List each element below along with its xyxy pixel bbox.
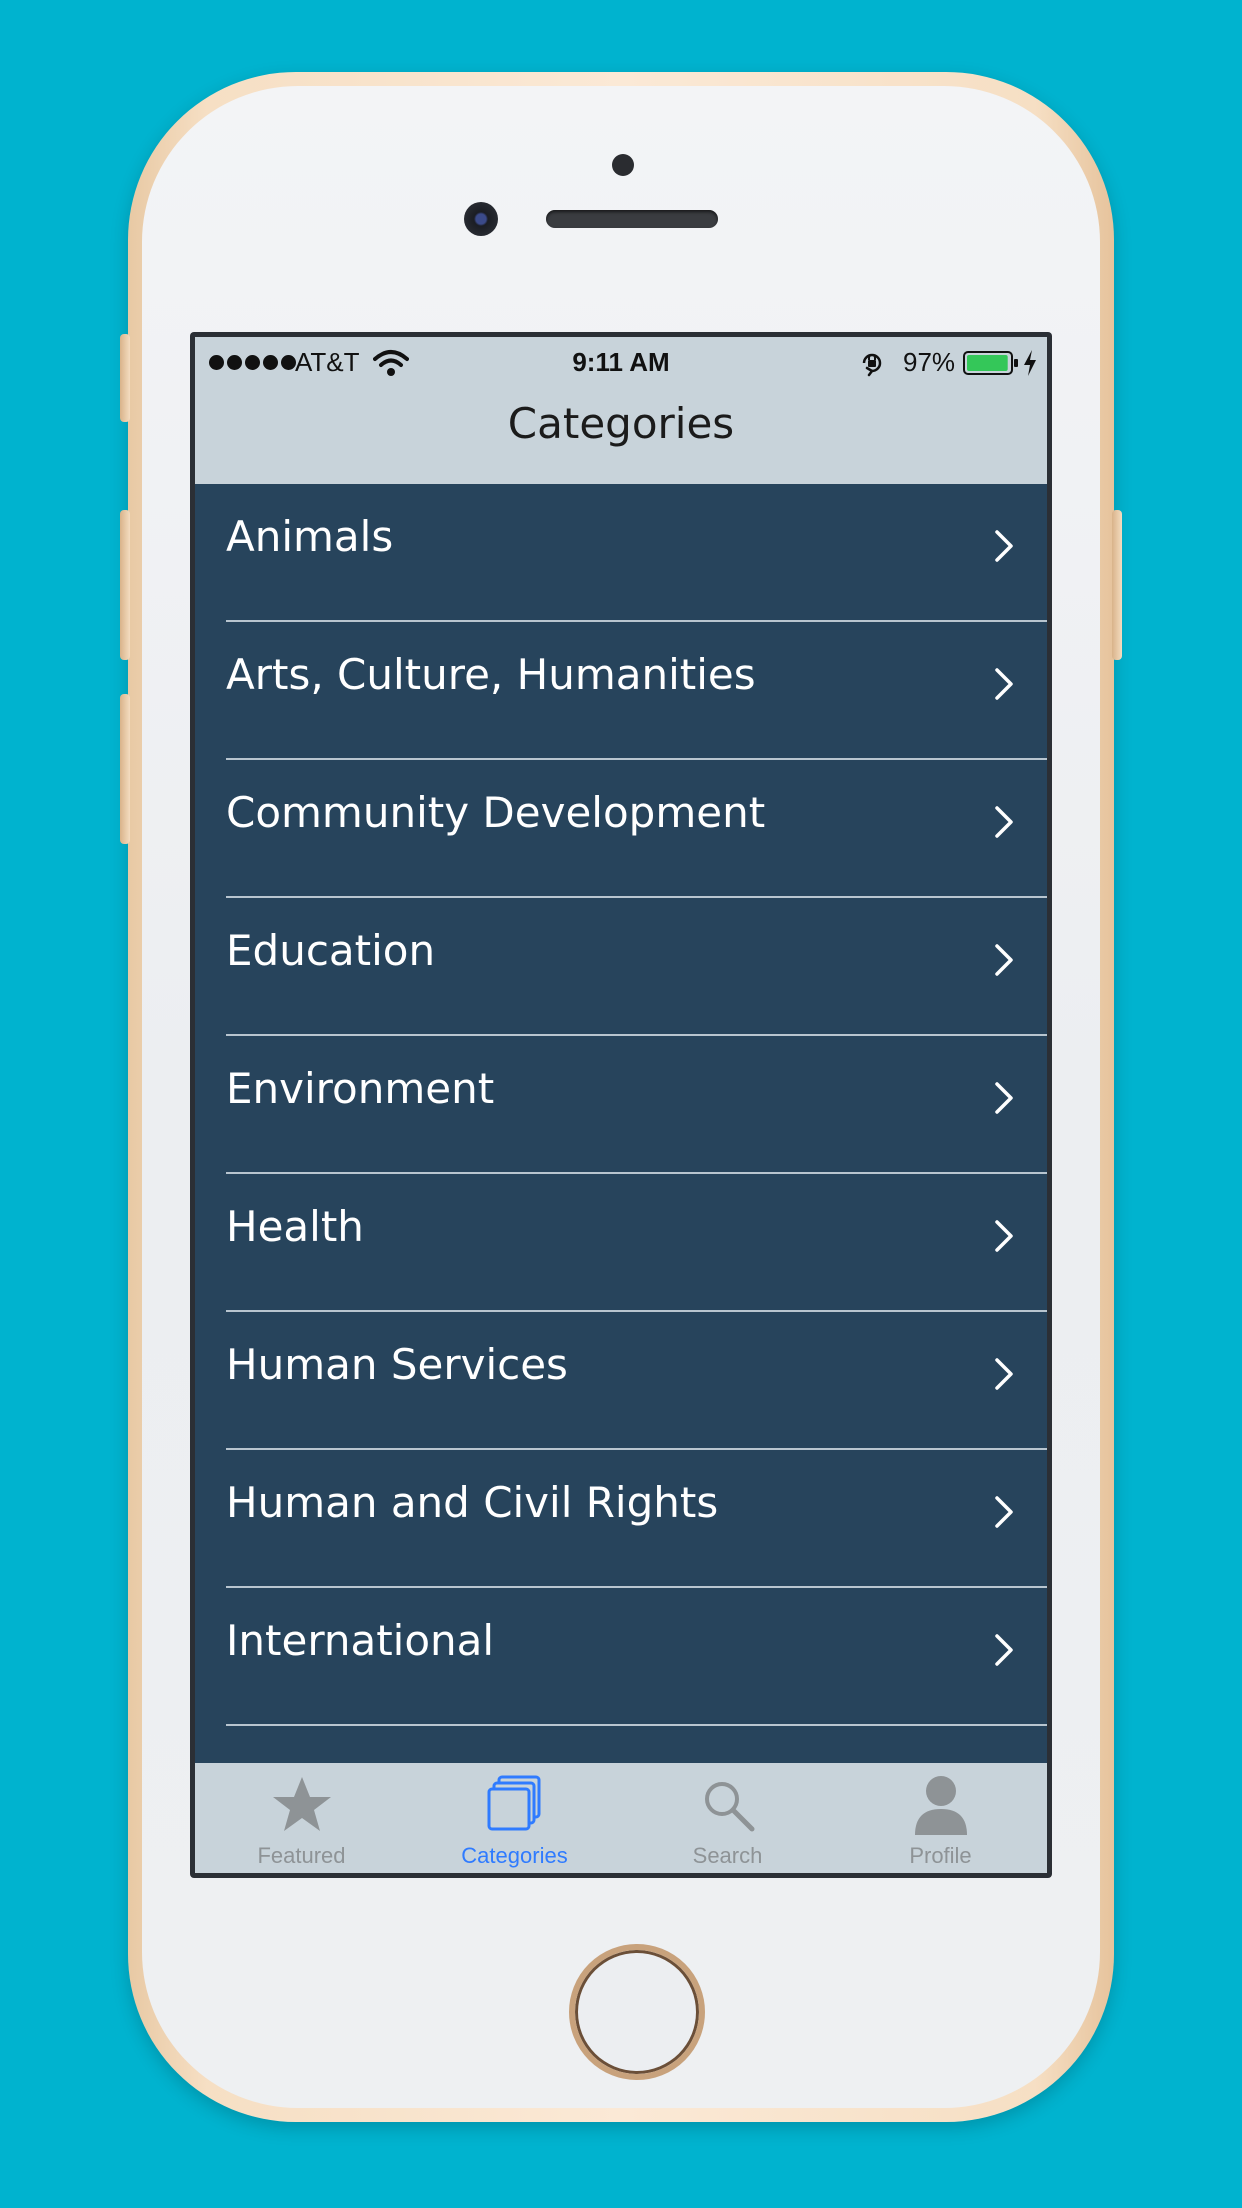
- category-row[interactable]: International: [195, 1588, 1047, 1726]
- page-title: Categories: [507, 399, 735, 448]
- tab-bar: Featured Categories Search Profile: [195, 1763, 1047, 1873]
- chevron-right-icon: [995, 1358, 1013, 1390]
- battery-icon: [963, 351, 1018, 375]
- tab-label: Search: [692, 1843, 763, 1868]
- category-row[interactable]: Education: [195, 898, 1047, 1036]
- category-list: Animals Arts, Culture, Humanities Communit…: [195, 484, 1047, 1726]
- chevron-right-icon: [995, 668, 1013, 700]
- app-screen: AT&T 9:11 AM 97% Categories Animals Arts…: [195, 337, 1047, 1873]
- tab-featured[interactable]: Featured: [195, 1763, 408, 1873]
- chevron-right-icon: [995, 1220, 1013, 1252]
- star-icon: [272, 1777, 331, 1831]
- tab-categories[interactable]: Categories: [408, 1763, 621, 1873]
- chevron-right-icon: [995, 530, 1013, 562]
- category-label: Human Services: [226, 1340, 568, 1389]
- device-screen: AT&T 9:11 AM 97% Categories Animals Arts…: [190, 332, 1052, 1878]
- status-bar: AT&T 9:11 AM 97%: [195, 337, 1047, 389]
- chevron-right-icon: [995, 1082, 1013, 1114]
- category-row[interactable]: Health: [195, 1174, 1047, 1312]
- category-label: Community Development: [226, 788, 766, 837]
- volume-down-button: [120, 694, 130, 844]
- tab-label: Categories: [461, 1843, 568, 1868]
- chevron-right-icon: [995, 1634, 1013, 1666]
- chevron-right-icon: [995, 944, 1013, 976]
- category-row[interactable]: Animals: [195, 484, 1047, 622]
- category-label: Health: [226, 1202, 364, 1251]
- category-label: International: [226, 1616, 495, 1665]
- tab-search[interactable]: Search: [621, 1763, 834, 1873]
- proximity-sensor: [612, 154, 634, 176]
- home-button[interactable]: [569, 1944, 705, 2080]
- charging-bolt-icon: [1024, 350, 1036, 376]
- category-label: Human and Civil Rights: [226, 1478, 719, 1527]
- category-row[interactable]: Human and Civil Rights: [195, 1450, 1047, 1588]
- category-row[interactable]: Community Development: [195, 760, 1047, 898]
- power-button: [1112, 510, 1122, 660]
- tab-label: Featured: [257, 1843, 346, 1868]
- category-label: Animals: [226, 512, 394, 561]
- category-row[interactable]: Human Services: [195, 1312, 1047, 1450]
- chevron-right-icon: [995, 806, 1013, 838]
- category-label: Environment: [226, 1064, 495, 1113]
- tab-label: Profile: [909, 1843, 972, 1868]
- volume-up-button: [120, 510, 130, 660]
- orientation-lock-icon: [862, 353, 882, 377]
- chevron-right-icon: [995, 1496, 1013, 1528]
- search-icon: [704, 1782, 754, 1832]
- front-camera: [464, 202, 498, 236]
- category-row[interactable]: Arts, Culture, Humanities: [195, 622, 1047, 760]
- profile-icon: [914, 1776, 967, 1835]
- categories-stack-icon: [487, 1775, 540, 1831]
- category-row[interactable]: Environment: [195, 1036, 1047, 1174]
- category-label: Arts, Culture, Humanities: [226, 650, 756, 699]
- earpiece-speaker: [546, 210, 718, 228]
- battery-percent: 97%: [903, 347, 956, 377]
- category-label: Education: [226, 926, 436, 975]
- top-bar: AT&T 9:11 AM 97% Categories: [195, 337, 1047, 484]
- tab-profile[interactable]: Profile: [834, 1763, 1047, 1873]
- silent-switch: [120, 334, 130, 422]
